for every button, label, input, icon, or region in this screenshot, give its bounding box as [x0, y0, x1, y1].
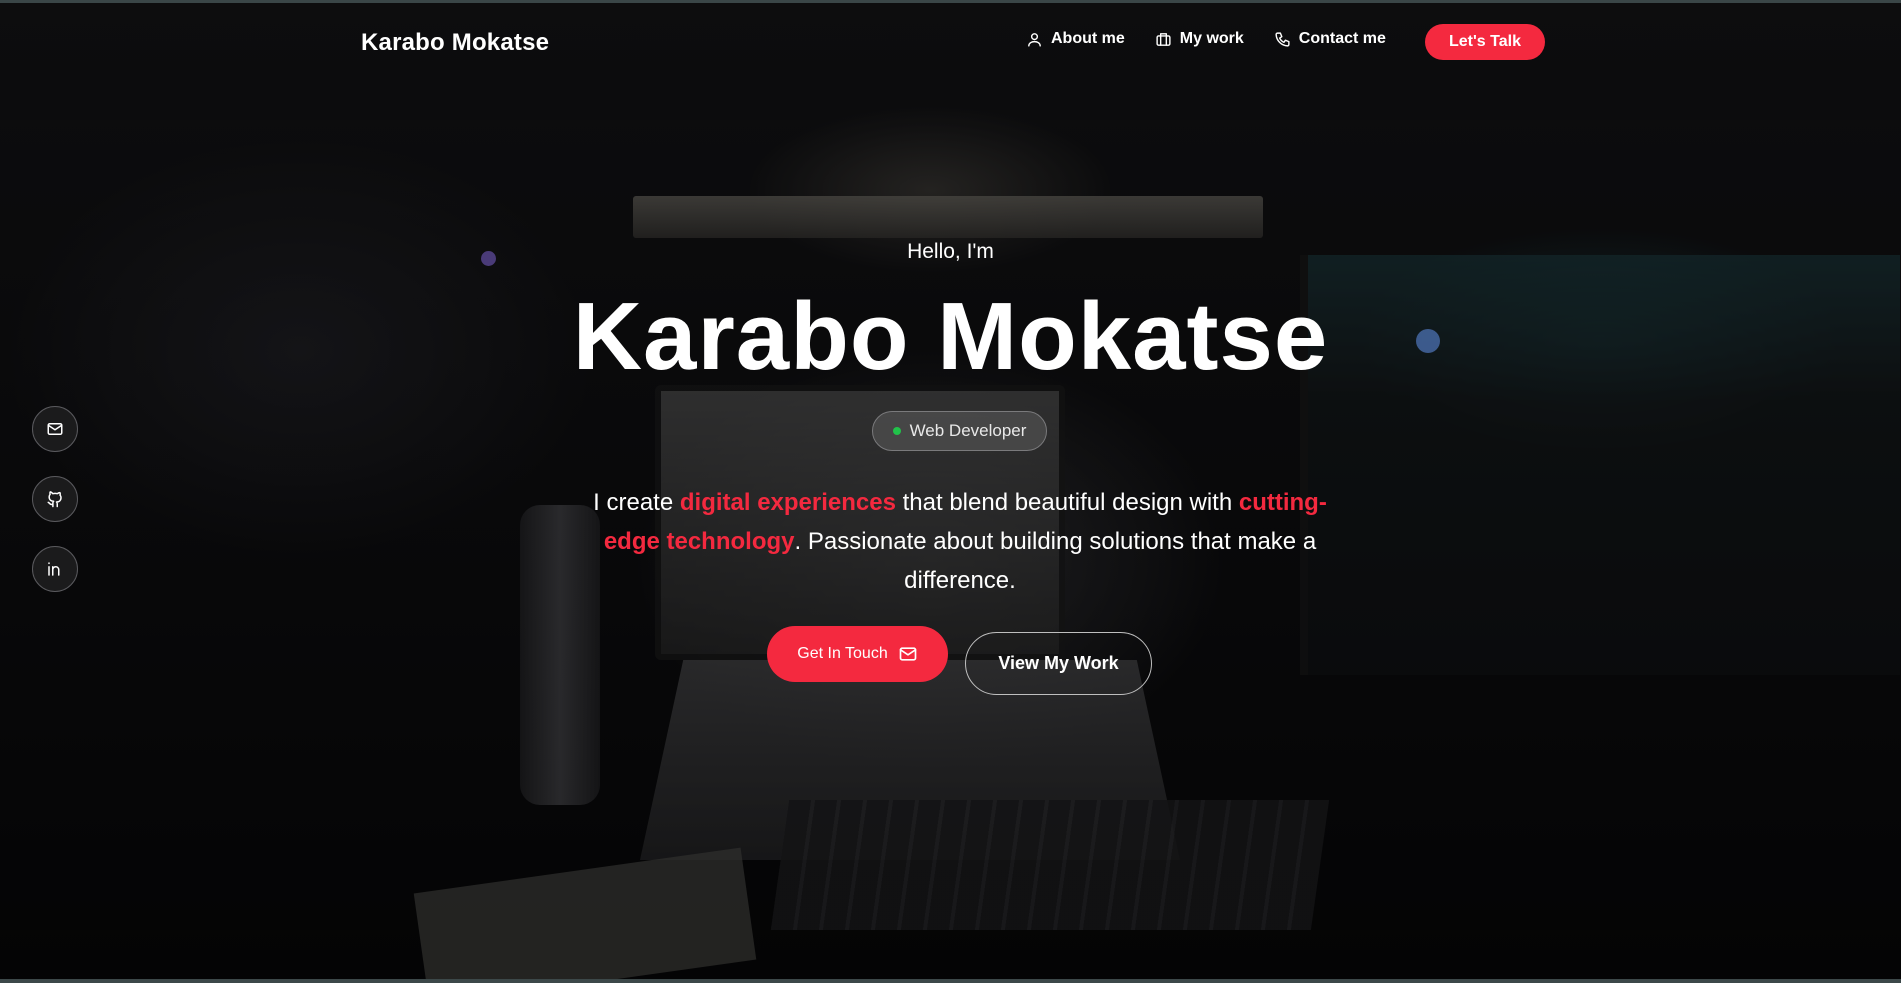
social-links — [32, 406, 78, 592]
linkedin-icon — [48, 562, 60, 576]
role-label: Web Developer — [909, 421, 1027, 440]
tagline-part3: . Passionate about building solutions th… — [794, 528, 1317, 594]
brand-logo[interactable]: Karabo Mokatse — [361, 29, 549, 57]
role-badge: Web Developer — [872, 411, 1047, 451]
get-in-touch-button[interactable]: Get In Touch — [767, 626, 948, 682]
user-icon — [1028, 32, 1041, 47]
hero-greeting: Hello, I'm — [907, 240, 994, 263]
nav-contact-label: Contact me — [1298, 30, 1386, 47]
social-linkedin-button[interactable] — [32, 546, 78, 592]
briefcase-icon — [1156, 32, 1171, 46]
tagline-part2: that blend beautiful design with — [895, 489, 1239, 516]
navbar: Karabo Mokatse About me My work Contact … — [0, 0, 1901, 84]
bottom-border — [0, 979, 1901, 983]
tagline-highlight-1: digital experiences — [679, 489, 896, 516]
nav-work-label: My work — [1179, 30, 1244, 47]
status-dot-icon — [892, 427, 901, 435]
tagline-part1: I create — [593, 489, 680, 516]
nav-about[interactable]: About me — [1026, 30, 1125, 48]
hero-tagline: I create digital experiences that blend … — [580, 483, 1340, 600]
nav-links: About me My work Contact me — [1026, 30, 1386, 48]
phone-icon — [1275, 31, 1290, 47]
github-icon — [47, 491, 62, 508]
nav-contact[interactable]: Contact me — [1274, 30, 1386, 48]
lets-talk-button[interactable]: Let's Talk — [1425, 24, 1545, 60]
social-email-button[interactable] — [32, 406, 78, 452]
nav-about-label: About me — [1051, 30, 1125, 47]
view-my-work-button[interactable]: View My Work — [965, 632, 1152, 695]
mail-icon — [899, 647, 917, 661]
nav-work[interactable]: My work — [1155, 30, 1244, 48]
social-github-button[interactable] — [32, 476, 78, 522]
get-in-touch-label: Get In Touch — [797, 645, 888, 662]
mail-icon — [47, 423, 63, 435]
hero-name: Karabo Mokatse — [572, 283, 1329, 390]
